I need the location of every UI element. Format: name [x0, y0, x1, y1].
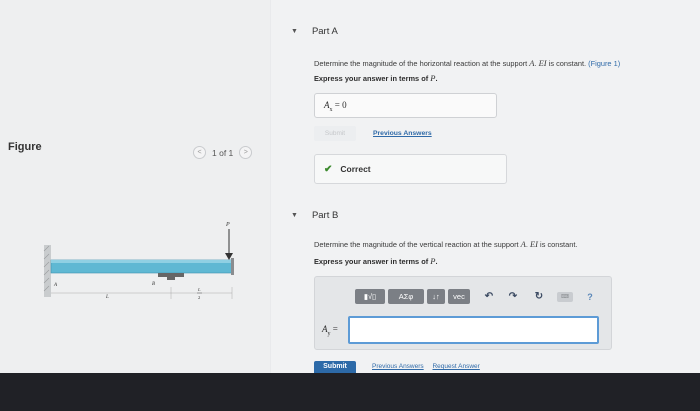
- part-a-answer: Ax = 0: [324, 100, 347, 113]
- part-b-answer-input[interactable]: [348, 316, 599, 344]
- previous-answers-link[interactable]: Previous Answers: [372, 363, 424, 370]
- part-b-links: Previous Answers Request Answer: [372, 363, 487, 370]
- arrows-button[interactable]: ↓↑: [427, 289, 445, 304]
- point-a-label: A: [53, 283, 58, 288]
- figure-1-link[interactable]: (Figure 1): [588, 59, 620, 68]
- figure-label: Figure: [8, 141, 42, 153]
- greek-symbols-button[interactable]: ΑΣφ: [388, 289, 424, 304]
- part-a-previous-answers-link[interactable]: Previous Answers: [373, 130, 432, 137]
- beam-diagram: P A B L L 2: [43, 222, 234, 300]
- part-b-answer-label: Ay =: [322, 324, 338, 337]
- collapse-caret-icon[interactable]: ▼: [291, 28, 298, 35]
- roller-support: [231, 258, 234, 275]
- redo-icon[interactable]: ↷: [506, 289, 520, 304]
- support-b-base: [167, 277, 175, 280]
- help-icon[interactable]: ?: [584, 289, 596, 304]
- support-b: [158, 273, 184, 277]
- half-span-denominator: 2: [198, 295, 200, 300]
- prev-figure-button[interactable]: <: [193, 146, 206, 159]
- part-a-submit-button: Submit: [314, 126, 356, 141]
- feedback-text: Correct: [340, 164, 371, 174]
- bottom-bar: [0, 373, 700, 411]
- part-a-answer-box: Ax = 0: [314, 93, 497, 118]
- part-a-title: Part A: [311, 26, 338, 37]
- half-span-numerator: L: [197, 287, 201, 292]
- correct-feedback: ✔ Correct: [314, 154, 507, 184]
- request-answer-link[interactable]: Request Answer: [432, 363, 479, 370]
- load-label: P: [225, 222, 230, 228]
- undo-icon[interactable]: ↶: [482, 289, 496, 304]
- collapse-caret-icon[interactable]: ▼: [291, 212, 298, 219]
- part-b-header[interactable]: ▼ Part B: [291, 210, 338, 221]
- part-b-title: Part B: [311, 210, 339, 221]
- templates-button[interactable]: ▮√▯: [355, 289, 385, 304]
- keyboard-icon[interactable]: ⌨: [557, 292, 573, 302]
- span-label: L: [105, 295, 109, 300]
- check-icon: ✔: [324, 163, 333, 175]
- reset-icon[interactable]: ↻: [532, 289, 546, 304]
- next-figure-button[interactable]: >: [239, 146, 253, 159]
- part-a-header[interactable]: ▼ Part A: [291, 26, 338, 37]
- figure-pager: < 1 of 1 >: [193, 146, 253, 159]
- figure-panel: [0, 0, 270, 373]
- part-b-instruction: Express your answer in terms of P.: [314, 256, 438, 266]
- point-b-label: B: [152, 282, 155, 287]
- vector-button[interactable]: vec: [448, 289, 470, 304]
- figure-count: 1 of 1: [212, 147, 234, 158]
- beam-highlight: [51, 260, 233, 263]
- part-a-prompt: Determine the magnitude of the horizonta…: [314, 58, 621, 68]
- fixed-wall: [44, 245, 51, 297]
- part-b-prompt: Determine the magnitude of the vertical …: [314, 239, 578, 249]
- part-a-instruction: Express your answer in terms of P.: [314, 73, 438, 83]
